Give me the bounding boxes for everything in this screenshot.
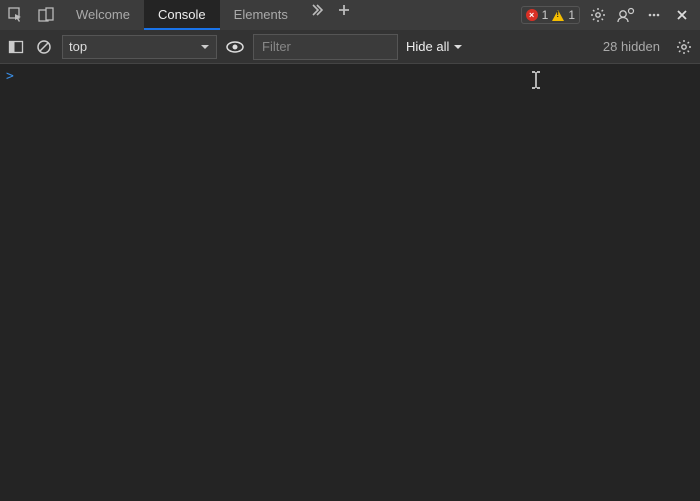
live-expression-icon[interactable] <box>225 37 245 57</box>
text-cursor-icon <box>530 70 542 90</box>
chevron-down-icon <box>200 42 210 52</box>
hidden-count[interactable]: 28 hidden <box>603 39 660 54</box>
tab-label: Elements <box>234 7 288 22</box>
tab-console[interactable]: Console <box>144 0 220 30</box>
clear-console-icon[interactable] <box>34 37 54 57</box>
error-count: 1 <box>542 8 549 22</box>
context-selector[interactable]: top <box>62 35 217 59</box>
console-output[interactable]: > <box>0 64 700 501</box>
device-toolbar-icon[interactable] <box>36 5 56 25</box>
chevron-down-icon <box>453 42 463 52</box>
warning-count: 1 <box>568 8 575 22</box>
tab-elements[interactable]: Elements <box>220 0 302 30</box>
close-icon[interactable] <box>672 5 692 25</box>
log-level-selector[interactable]: Hide all <box>406 39 463 54</box>
devtools-tabbar: Welcome Console Elements × 1 1 <box>0 0 700 30</box>
context-value: top <box>69 39 87 54</box>
more-tabs-icon[interactable] <box>302 0 330 20</box>
settings-icon[interactable] <box>588 5 608 25</box>
account-icon[interactable] <box>616 5 636 25</box>
console-toolbar: top Hide all 28 hidden <box>0 30 700 64</box>
console-prompt: > <box>6 69 14 84</box>
console-settings-icon[interactable] <box>674 37 694 57</box>
tab-label: Console <box>158 7 206 22</box>
kebab-menu-icon[interactable] <box>644 5 664 25</box>
log-level-value: Hide all <box>406 39 449 54</box>
issue-badges[interactable]: × 1 1 <box>521 6 580 24</box>
tabbar-left-icons <box>0 0 62 30</box>
tab-welcome[interactable]: Welcome <box>62 0 144 30</box>
inspect-element-icon[interactable] <box>6 5 26 25</box>
error-icon: × <box>526 9 538 21</box>
filter-input[interactable] <box>253 34 398 60</box>
tabbar-right-icons: × 1 1 <box>513 0 700 30</box>
add-tab-icon[interactable] <box>330 0 358 20</box>
toggle-sidebar-icon[interactable] <box>6 37 26 57</box>
warning-icon <box>552 10 564 21</box>
tab-label: Welcome <box>76 7 130 22</box>
